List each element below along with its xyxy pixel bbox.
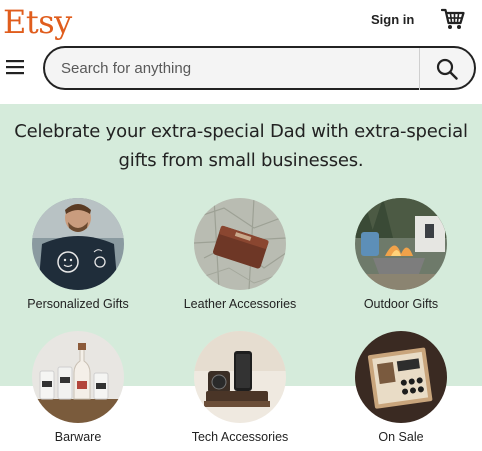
search-input[interactable] — [61, 48, 411, 88]
category-label-outdoor-gifts[interactable]: Outdoor Gifts — [364, 297, 438, 312]
shopping-cart-icon[interactable] — [441, 8, 465, 30]
header: Etsy Sign in — [0, 0, 482, 100]
category-image-on-sale[interactable] — [355, 331, 447, 423]
search-bar — [43, 46, 476, 90]
search-button[interactable] — [421, 48, 474, 88]
category-label-personalized-gifts[interactable]: Personalized Gifts — [27, 297, 128, 312]
category-image-leather-accessories[interactable] — [194, 198, 286, 290]
category-image-barware[interactable] — [32, 331, 124, 423]
sign-in-link[interactable]: Sign in — [371, 12, 414, 28]
category-label-leather-accessories[interactable]: Leather Accessories — [184, 297, 297, 312]
search-icon — [436, 58, 458, 80]
etsy-logo[interactable]: Etsy — [3, 2, 72, 42]
category-label-on-sale[interactable]: On Sale — [378, 430, 423, 445]
category-image-tech-accessories[interactable] — [194, 331, 286, 423]
hamburger-menu-icon[interactable] — [6, 59, 24, 75]
hero-title: Celebrate your extra-special Dad with ex… — [14, 121, 468, 171]
category-image-outdoor-gifts[interactable] — [355, 198, 447, 290]
search-divider — [419, 48, 420, 90]
category-label-tech-accessories[interactable]: Tech Accessories — [192, 430, 289, 445]
category-label-barware[interactable]: Barware — [55, 430, 102, 445]
category-image-personalized-gifts[interactable] — [32, 198, 124, 290]
